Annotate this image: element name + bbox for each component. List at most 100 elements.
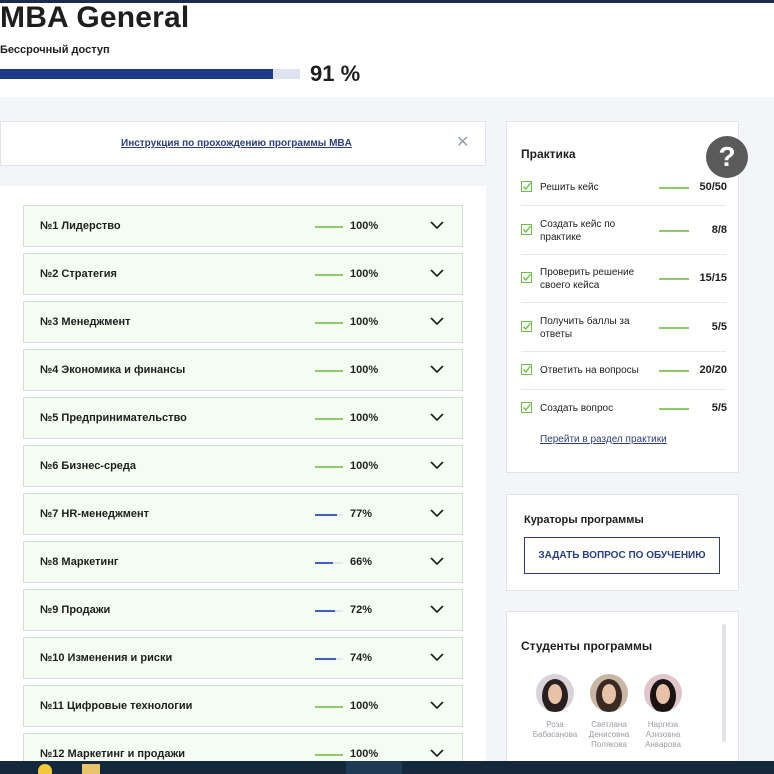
practice-task: Ответить на вопросы 20/20 [521, 352, 727, 390]
module-percent: 100% [350, 268, 379, 280]
module-progress-bar [315, 754, 343, 756]
chevron-down-icon[interactable] [430, 556, 444, 566]
module-progress-fill [315, 418, 343, 420]
module-row[interactable]: №4 Экономика и финансы 100% [23, 349, 463, 391]
practice-task: Создать кейс по практике 8/8 [521, 206, 727, 255]
module-name: №8 Маркетинг [40, 556, 119, 568]
practice-task-progress [659, 187, 689, 189]
chevron-down-icon[interactable] [430, 268, 444, 278]
course-title: MBA General [0, 1, 190, 34]
module-row[interactable]: №11 Цифровые технологии 100% [23, 685, 463, 727]
student-name: Светлана Денисовна Полякова [582, 720, 636, 750]
module-percent: 100% [350, 460, 379, 472]
practice-section-link[interactable]: Перейти в раздел практики [540, 434, 667, 445]
module-percent: 100% [350, 364, 379, 376]
student-name: Роза Бабасанова [528, 720, 582, 740]
module-progress-bar [315, 418, 343, 420]
module-name: №2 Стратегия [40, 268, 117, 280]
practice-task-progress [659, 407, 689, 410]
module-progress-fill [315, 706, 343, 708]
chevron-down-icon[interactable] [430, 316, 444, 326]
avatar[interactable] [644, 674, 682, 712]
instruction-link[interactable]: Инструкция по прохождению программы MBA [121, 138, 352, 149]
practice-task-progress [659, 229, 689, 232]
course-progress-bar [0, 69, 300, 79]
active-window-tab[interactable] [346, 761, 402, 774]
module-progress-fill [315, 514, 337, 516]
module-progress-bar [315, 514, 343, 516]
course-progress-value: 91 % [310, 61, 361, 86]
module-name: №11 Цифровые технологии [40, 700, 193, 712]
checkbox-checked-icon [521, 223, 532, 235]
module-row[interactable]: №1 Лидерство 100% [23, 205, 463, 247]
access-label: Бессрочный доступ [0, 44, 110, 56]
module-row[interactable]: №6 Бизнес-среда 100% [23, 445, 463, 487]
chevron-down-icon[interactable] [430, 700, 444, 710]
module-name: №7 HR-менеджмент [40, 508, 150, 520]
chevron-down-icon[interactable] [430, 748, 444, 758]
chevron-down-icon[interactable] [430, 364, 444, 374]
module-progress-bar [315, 562, 343, 564]
module-progress-bar [315, 610, 343, 612]
chevron-down-icon[interactable] [430, 412, 444, 422]
student-card[interactable]: Наргиза Азизовна Анварова [636, 674, 690, 750]
module-row[interactable]: №9 Продажи 72% [23, 589, 463, 631]
module-name: №12 Маркетинг и продажи [40, 748, 186, 760]
practice-task-value: 5/5 [711, 320, 727, 333]
module-row[interactable]: №10 Изменения и риски 74% [23, 637, 463, 679]
os-taskbar [0, 761, 774, 774]
folder-icon[interactable] [82, 764, 100, 774]
module-progress-bar [315, 370, 343, 372]
student-first-name: Наргиза [647, 720, 679, 729]
module-percent: 100% [350, 316, 379, 328]
students-scrollbar[interactable] [722, 624, 726, 742]
practice-task: Решить кейс 50/50 [521, 170, 727, 206]
checkbox-checked-icon [521, 320, 532, 332]
practice-task-label: Создать кейс по практике [540, 218, 616, 243]
module-name: №3 Менеджмент [40, 316, 131, 328]
module-percent: 72% [350, 604, 373, 616]
practice-task-label: Решить кейс [540, 182, 599, 193]
module-percent: 77% [350, 508, 373, 520]
avatar[interactable] [536, 674, 574, 712]
module-row[interactable]: №3 Менеджмент 100% [23, 301, 463, 343]
module-progress-bar [315, 322, 343, 324]
student-name: Наргиза Азизовна Анварова [636, 720, 690, 750]
student-first-name: Светлана [591, 720, 627, 729]
module-row[interactable]: №7 HR-менеджмент 77% [23, 493, 463, 535]
course-header: MBA General Бессрочный доступ 91 % [0, 1, 774, 97]
chevron-down-icon[interactable] [430, 220, 444, 230]
practice-task-progress [659, 278, 689, 280]
module-progress-fill [315, 562, 334, 564]
module-row[interactable]: №2 Стратегия 100% [23, 253, 463, 295]
student-card[interactable]: Светлана Денисовна Полякова [582, 674, 636, 750]
curators-title: Кураторы программы [524, 514, 644, 526]
module-row[interactable]: №8 Маркетинг 66% [23, 541, 463, 583]
practice-task-value: 50/50 [699, 181, 727, 193]
module-percent: 100% [350, 412, 379, 424]
ask-question-button[interactable]: ЗАДАТЬ ВОПРОС ПО ОБУЧЕНИЮ [524, 537, 720, 574]
practice-task: Создать вопрос 5/5 [521, 390, 727, 427]
browser-icon[interactable] [38, 764, 52, 774]
student-last-name: Денисовна Полякова [588, 730, 630, 749]
avatar[interactable] [590, 674, 628, 712]
instruction-notice: Инструкция по прохождению программы MBA … [0, 121, 486, 166]
module-progress-fill [315, 754, 343, 756]
module-progress-fill [315, 610, 336, 612]
practice-task-progress [659, 370, 689, 372]
avatar-image [542, 679, 568, 712]
module-percent: 66% [350, 556, 373, 568]
chevron-down-icon[interactable] [430, 508, 444, 518]
students-panel: Студенты программы Роза Бабасанова Светлан… [506, 611, 739, 774]
module-progress-bar [315, 274, 343, 276]
chevron-down-icon[interactable] [430, 652, 444, 662]
chevron-down-icon[interactable] [430, 460, 444, 470]
module-name: №10 Изменения и риски [40, 652, 173, 664]
module-row[interactable]: №5 Предпринимательство 100% [23, 397, 463, 439]
chevron-down-icon[interactable] [430, 604, 444, 614]
close-icon[interactable]: ✕ [456, 135, 469, 151]
module-name: №5 Предпринимательство [40, 412, 187, 424]
practice-task-label: Создать вопрос [540, 402, 614, 414]
student-card[interactable]: Роза Бабасанова [528, 674, 582, 740]
practice-task-label: Получить баллы за ответы [540, 315, 630, 340]
